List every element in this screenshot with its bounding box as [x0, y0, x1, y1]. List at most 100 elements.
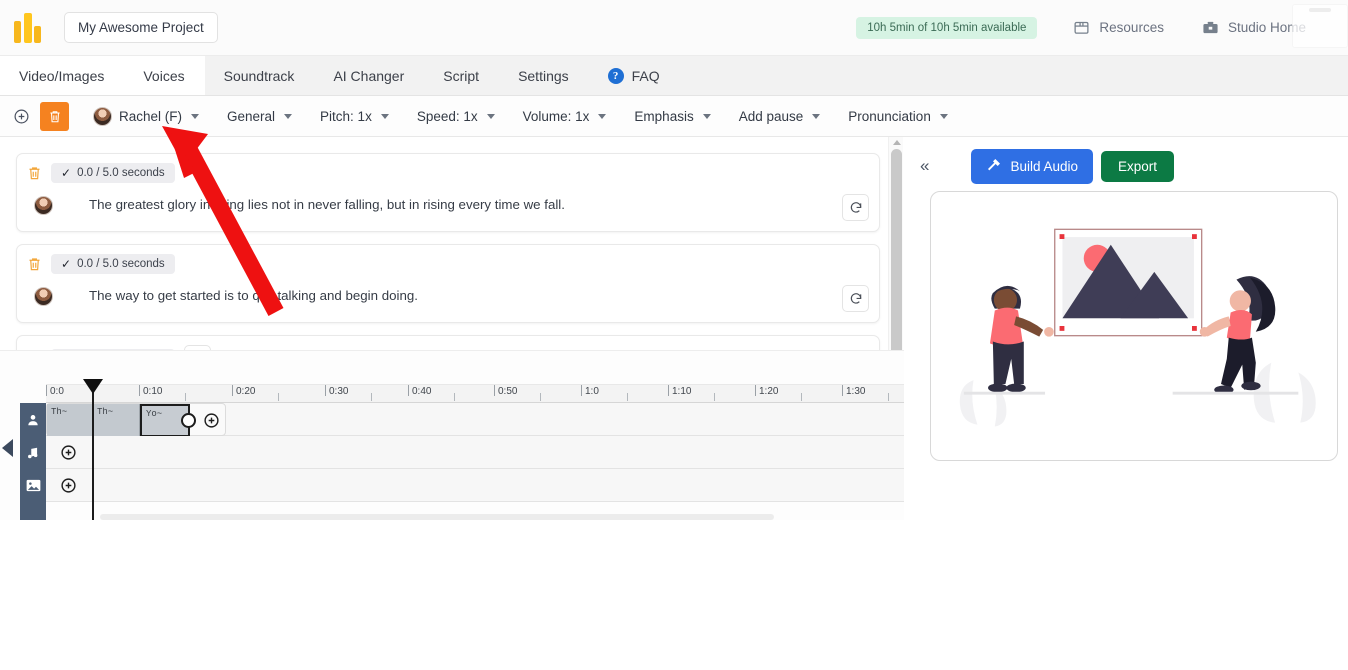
line-voice-avatar-icon — [34, 196, 53, 215]
app-logo[interactable] — [14, 12, 48, 43]
project-name-field[interactable]: My Awesome Project — [64, 12, 218, 43]
emphasis-selector[interactable]: Emphasis — [620, 109, 724, 124]
regenerate-line-button[interactable] — [842, 194, 869, 221]
regenerate-line-button[interactable] — [842, 285, 869, 312]
duration-label: 0.0 / 5.0 seconds — [77, 167, 165, 179]
chevron-down-icon — [486, 113, 495, 119]
pitch-label: Pitch: 1x — [320, 108, 372, 124]
text-line[interactable]: The way to get started is to quit talkin… — [27, 285, 869, 312]
text-block[interactable]: ✓ 0.0 / 5.0 seconds The way to get start… — [16, 244, 880, 323]
main-area: ✓ 0.0 / 5.0 seconds The greatest glory i… — [0, 137, 1348, 520]
timeline: 0:0 0:10 0:20 0:30 0:40 0:50 1:0 1:10 1:… — [0, 350, 904, 520]
clip-resize-handle[interactable] — [181, 413, 196, 428]
check-icon: ✓ — [61, 257, 72, 271]
clip-group: Th~ Th~ Yo~ — [46, 403, 226, 437]
tab-soundtrack[interactable]: Soundtrack — [205, 56, 315, 95]
export-button[interactable]: Export — [1101, 150, 1175, 182]
chevron-down-icon — [939, 113, 948, 119]
resources-link[interactable]: Resources — [1063, 13, 1174, 42]
question-mark-icon: ? — [607, 67, 624, 84]
timeline-clip[interactable]: Th~ — [47, 404, 93, 437]
line-text[interactable]: The way to get started is to quit talkin… — [53, 285, 842, 306]
volume-label: Volume: 1x — [522, 108, 590, 124]
tab-script[interactable]: Script — [424, 56, 499, 95]
voice-blocks-pane: ✓ 0.0 / 5.0 seconds The greatest glory i… — [0, 137, 904, 520]
text-block-header: ✓ 0.0 / 5.0 seconds — [27, 254, 869, 274]
timeline-tracks: Th~ Th~ Yo~ — [0, 403, 904, 520]
voice-track[interactable]: Th~ Th~ Yo~ — [46, 403, 904, 437]
add-soundtrack-button[interactable] — [60, 444, 77, 464]
top-bar: My Awesome Project 10h 5min of 10h 5min … — [0, 0, 1348, 56]
voice-avatar-icon — [93, 106, 112, 126]
briefcase-icon — [1202, 19, 1219, 36]
voice-style-selector[interactable]: General — [213, 109, 306, 124]
volume-selector[interactable]: Volume: 1x — [509, 109, 621, 124]
voice-selector[interactable]: Rachel (F) — [79, 106, 213, 126]
line-text[interactable]: The greatest glory in living lies not in… — [53, 194, 842, 215]
add-pause-selector[interactable]: Add pause — [725, 109, 835, 124]
text-block[interactable]: ✓ 0.0 / 5.0 seconds The greatest glory i… — [16, 153, 880, 232]
media-track[interactable] — [46, 469, 904, 502]
tab-bar: Video/Images Voices Soundtrack AI Change… — [0, 56, 1348, 96]
emphasis-label: Emphasis — [634, 108, 694, 124]
timeline-divider — [0, 350, 904, 351]
chevron-down-icon — [702, 113, 711, 119]
build-audio-button[interactable]: Build Audio — [971, 148, 1094, 184]
person-icon[interactable] — [20, 403, 46, 436]
speed-selector[interactable]: Speed: 1x — [403, 109, 509, 124]
tab-settings[interactable]: Settings — [499, 56, 589, 95]
resources-label: Resources — [1099, 20, 1164, 35]
tab-ai-changer[interactable]: AI Changer — [314, 56, 424, 95]
quota-badge: 10h 5min of 10h 5min available — [856, 16, 1038, 39]
image-icon[interactable] — [20, 469, 46, 502]
timeline-horizontal-scrollbar[interactable] — [100, 514, 774, 520]
faq-label: FAQ — [631, 67, 660, 84]
duration-label: 0.0 / 5.0 seconds — [77, 258, 165, 270]
add-pause-label: Add pause — [738, 108, 804, 124]
voice-style-label: General — [227, 108, 276, 124]
chevron-down-icon — [284, 113, 293, 119]
timeline-clip[interactable]: Th~ — [93, 404, 140, 437]
corner-overlay — [1292, 4, 1348, 48]
delete-block-button[interactable] — [27, 165, 42, 181]
delete-voice-button[interactable] — [40, 101, 69, 131]
add-media-button[interactable] — [60, 477, 77, 497]
add-clip-button[interactable] — [203, 412, 220, 432]
chevron-down-icon — [598, 113, 607, 119]
text-block-header: ✓ 0.0 / 5.0 seconds — [27, 163, 869, 183]
line-voice-avatar-icon — [34, 287, 53, 306]
voice-toolbar: Rachel (F) General Pitch: 1x Speed: 1x V… — [0, 96, 1348, 137]
collapse-tracks-button[interactable] — [2, 439, 13, 457]
collapse-panel-button[interactable]: « — [912, 156, 937, 176]
music-note-icon[interactable] — [20, 436, 46, 469]
playhead[interactable] — [83, 379, 103, 520]
hammer-icon — [986, 157, 1002, 176]
delete-block-button[interactable] — [27, 256, 42, 272]
preview-pane: « Build Audio Export — [904, 137, 1348, 520]
pronunciation-selector[interactable]: Pronunciation — [834, 109, 962, 124]
preview-toolbar: « Build Audio Export — [912, 147, 1340, 185]
chevron-down-icon — [191, 113, 200, 119]
tab-voices[interactable]: Voices — [124, 56, 205, 95]
chevron-down-icon — [380, 113, 389, 119]
chevron-down-icon — [812, 113, 821, 119]
resources-icon — [1073, 19, 1090, 36]
track-icon-rail — [20, 403, 46, 520]
build-audio-label: Build Audio — [1010, 158, 1079, 174]
speed-label: Speed: 1x — [416, 108, 478, 124]
top-bar-right: 10h 5min of 10h 5min available Resources… — [856, 13, 1334, 42]
text-line[interactable]: The greatest glory in living lies not in… — [27, 194, 869, 221]
faq-link[interactable]: ? FAQ — [589, 56, 680, 95]
scroll-up-arrow-icon[interactable] — [893, 140, 901, 145]
preview-canvas[interactable] — [930, 191, 1338, 461]
duration-badge: ✓ 0.0 / 5.0 seconds — [51, 254, 175, 274]
add-voice-button[interactable] — [6, 101, 36, 131]
soundtrack-track[interactable] — [46, 436, 904, 469]
check-icon: ✓ — [61, 166, 72, 180]
tab-video-images[interactable]: Video/Images — [0, 56, 125, 95]
timeline-ruler[interactable]: 0:0 0:10 0:20 0:30 0:40 0:50 1:0 1:10 1:… — [46, 384, 904, 403]
pitch-selector[interactable]: Pitch: 1x — [306, 109, 403, 124]
pronunciation-label: Pronunciation — [848, 108, 931, 124]
voice-name-label: Rachel (F) — [119, 108, 183, 124]
duration-badge: ✓ 0.0 / 5.0 seconds — [51, 163, 175, 183]
